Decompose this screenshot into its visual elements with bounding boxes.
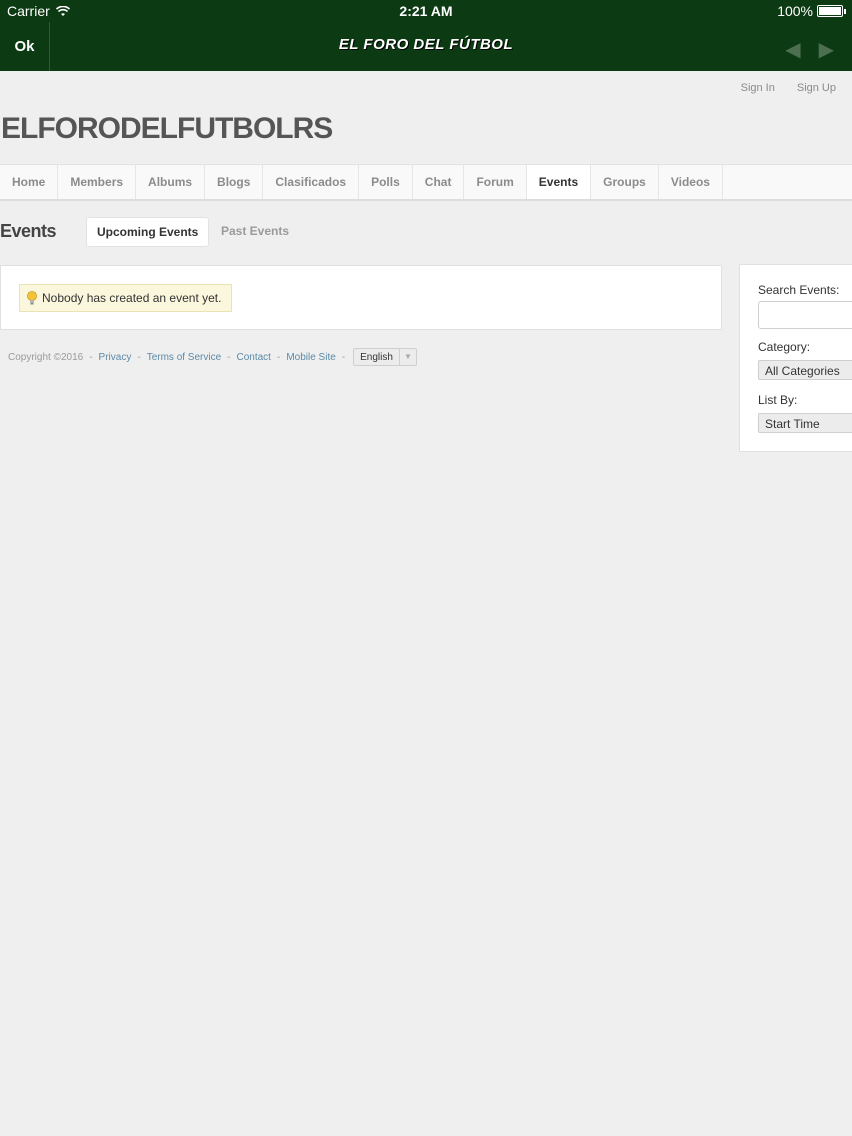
status-bar: Carrier 2:21 AM 100% — [0, 0, 852, 22]
main-menu: Home Members Albums Blogs Clasificados P… — [0, 164, 852, 201]
browser-nav: ◀ ▶ — [785, 37, 834, 62]
list-by-label: List By: — [758, 393, 798, 407]
battery-label: 100% — [777, 3, 813, 19]
footer: Copyright ©2016 - Privacy - Terms of Ser… — [8, 348, 417, 366]
sign-up-link[interactable]: Sign Up — [797, 82, 836, 94]
category-value: All Categories — [765, 364, 840, 378]
tab-upcoming-events[interactable]: Upcoming Events — [86, 217, 210, 247]
separator: - — [89, 351, 93, 363]
menu-item-members[interactable]: Members — [58, 165, 137, 199]
auth-links: Sign In Sign Up — [741, 82, 836, 94]
menu-item-home[interactable]: Home — [0, 165, 59, 199]
sign-in-link[interactable]: Sign In — [741, 82, 775, 94]
empty-notice: Nobody has created an event yet. — [19, 284, 233, 312]
forward-arrow-icon[interactable]: ▶ — [819, 37, 834, 62]
menu-item-events[interactable]: Events — [526, 165, 592, 199]
chevron-down-icon: ▼ — [398, 349, 416, 365]
terms-link[interactable]: Terms of Service — [147, 352, 221, 363]
battery-icon — [817, 5, 843, 17]
list-by-select[interactable]: Start Time ▼ — [758, 413, 852, 433]
menu-item-blogs[interactable]: Blogs — [205, 165, 264, 199]
search-sidebar: Search Events: Category: All Categories … — [739, 264, 852, 452]
mobile-site-link[interactable]: Mobile Site — [286, 352, 335, 363]
language-select[interactable]: English ▼ — [353, 348, 417, 366]
brand-logo: EL FORO DEL FÚTBOL — [338, 36, 514, 53]
events-content: Nobody has created an event yet. — [0, 265, 722, 330]
menu-item-polls[interactable]: Polls — [359, 165, 413, 199]
contact-link[interactable]: Contact — [237, 352, 271, 363]
battery-indicator: 100% — [777, 3, 846, 19]
copyright: Copyright ©2016 — [8, 351, 84, 363]
clock: 2:21 AM — [399, 3, 453, 19]
menu-item-chat[interactable]: Chat — [413, 165, 465, 199]
privacy-link[interactable]: Privacy — [99, 352, 132, 363]
separator: - — [227, 351, 231, 363]
list-by-value: Start Time — [765, 417, 820, 431]
app-top-bar: Carrier 2:21 AM 100% Ok EL FORO DEL FÚTB… — [0, 0, 852, 71]
menu-item-albums[interactable]: Albums — [136, 165, 206, 199]
category-label: Category: — [758, 340, 811, 354]
separator: - — [341, 351, 346, 363]
menu-item-forum[interactable]: Forum — [464, 165, 527, 199]
separator: - — [137, 351, 141, 363]
menu-item-videos[interactable]: Videos — [659, 165, 723, 199]
back-arrow-icon[interactable]: ◀ — [785, 37, 800, 62]
menu-item-clasificados[interactable]: Clasificados — [263, 165, 360, 199]
lightbulb-icon — [27, 291, 37, 305]
category-select[interactable]: All Categories ▼ — [758, 360, 852, 380]
menu-item-groups[interactable]: Groups — [591, 165, 659, 199]
tab-past-events[interactable]: Past Events — [211, 217, 299, 245]
page-title: Events — [0, 221, 57, 241]
separator: - — [276, 351, 281, 363]
notice-text: Nobody has created an event yet. — [42, 291, 222, 305]
search-events-input[interactable] — [758, 301, 852, 329]
site-title[interactable]: ELFORODELFUTBOLRS — [1, 112, 333, 146]
language-value: English — [360, 351, 393, 363]
search-events-label: Search Events: — [758, 283, 840, 297]
